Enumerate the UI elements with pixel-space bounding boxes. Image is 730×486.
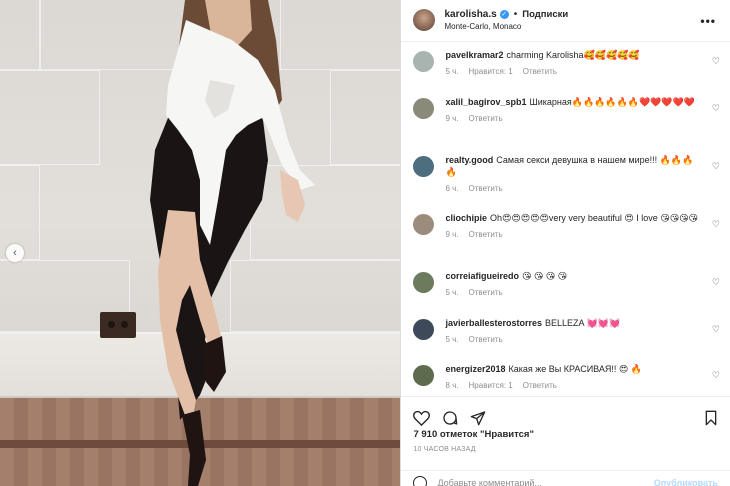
avatar[interactable] xyxy=(413,9,436,31)
comment-time[interactable]: 9 ч. xyxy=(445,114,458,123)
share-icon[interactable] xyxy=(470,410,486,426)
comment-time[interactable]: 5 ч. xyxy=(445,67,458,76)
comment-username[interactable]: pavelkramar2 xyxy=(445,50,503,60)
comment-username[interactable]: cliochipie xyxy=(445,213,487,223)
separator-dot: • xyxy=(513,9,518,20)
heart-icon[interactable]: ♡ xyxy=(712,103,720,114)
reply-button[interactable]: Ответить xyxy=(469,230,503,239)
post-side-panel: karolisha.s ✓ • Подписки Monte-Carlo, Mo… xyxy=(401,0,730,486)
reply-button[interactable]: Ответить xyxy=(523,67,557,76)
location-link[interactable]: Monte-Carlo, Monaco xyxy=(444,22,568,31)
comment-item: realty.good Самая секси девушка в нашем м… xyxy=(401,154,730,193)
comment-text: BELLEZA 💓💓💓 xyxy=(545,318,621,328)
reply-button[interactable]: Ответить xyxy=(523,381,557,390)
comment-input[interactable]: Добавьте комментарий... xyxy=(437,478,653,486)
likes-count[interactable]: 7 910 отметок "Нравится" xyxy=(401,429,730,440)
comment-item: energizer2018 Какая же Вы КРАСИВАЯ!! 😍 🔥 … xyxy=(401,363,730,390)
woman-figure xyxy=(150,0,315,486)
heart-icon[interactable]: ♡ xyxy=(712,161,720,172)
comment-item: pavelkramar2 charming Karolisha🥰🥰🥰🥰🥰 5 ч.… xyxy=(401,49,730,76)
heart-icon[interactable]: ♡ xyxy=(712,370,720,381)
comment-text: Oh😍😍😍😍😍very very beautiful 😍 I love 😘😘😘😘 xyxy=(489,213,698,223)
author-username[interactable]: karolisha.s xyxy=(444,9,496,20)
comment-item: javierballesterostorres BELLEZA 💓💓💓 5 ч. О… xyxy=(401,317,730,344)
comment-text: Шикарная🔥🔥🔥🔥🔥🔥❤️❤️❤️❤️❤️ xyxy=(529,97,696,107)
emoji-icon[interactable] xyxy=(413,475,428,486)
avatar[interactable] xyxy=(413,51,435,72)
comment-time[interactable]: 9 ч. xyxy=(445,230,458,239)
comment-time[interactable]: 5 ч. xyxy=(445,335,458,344)
heart-icon[interactable]: ♡ xyxy=(712,56,720,67)
chevron-left-icon[interactable]: ‹ xyxy=(6,244,24,262)
avatar[interactable] xyxy=(413,319,435,340)
post-time[interactable]: 10 ЧАСОВ НАЗАД xyxy=(401,446,730,453)
comment-likes[interactable]: Нравится: 1 xyxy=(469,381,513,390)
avatar[interactable] xyxy=(413,156,435,177)
post-actions: 7 910 отметок "Нравится" 10 ЧАСОВ НАЗАД … xyxy=(401,396,730,486)
heart-icon[interactable]: ♡ xyxy=(712,219,720,230)
comment-time[interactable]: 8 ч. xyxy=(445,381,458,390)
heart-icon[interactable]: ♡ xyxy=(712,277,720,288)
publish-button[interactable]: Опубликовать xyxy=(654,478,718,486)
more-icon[interactable]: ••• xyxy=(700,14,716,28)
post-header: karolisha.s ✓ • Подписки Monte-Carlo, Mo… xyxy=(401,0,730,42)
reply-button[interactable]: Ответить xyxy=(469,288,503,297)
comment-text: 😘 😘 😘 😘 xyxy=(521,271,568,281)
heart-icon[interactable] xyxy=(413,410,431,426)
comment-icon[interactable] xyxy=(442,410,458,426)
comment-username[interactable]: correiafigueiredo xyxy=(445,271,519,281)
comment-time[interactable]: 6 ч. xyxy=(445,184,458,193)
add-comment-bar: Добавьте комментарий... Опубликовать xyxy=(401,470,730,486)
avatar[interactable] xyxy=(413,98,435,119)
avatar[interactable] xyxy=(413,214,435,235)
comment-time[interactable]: 5 ч. xyxy=(445,288,458,297)
avatar[interactable] xyxy=(413,365,435,386)
reply-button[interactable]: Ответить xyxy=(469,184,503,193)
following-button[interactable]: Подписки xyxy=(522,9,568,20)
post-modal: ‹ karolisha.s ✓ • Подписки Monte-Carlo, … xyxy=(0,0,730,486)
comment-item: xalil_bagirov_spb1 Шикарная🔥🔥🔥🔥🔥🔥❤️❤️❤️❤️… xyxy=(401,96,730,123)
post-photo[interactable]: ‹ xyxy=(0,0,401,486)
comment-username[interactable]: realty.good xyxy=(445,155,493,165)
reply-button[interactable]: Ответить xyxy=(469,114,503,123)
comment-likes[interactable]: Нравится: 1 xyxy=(469,67,513,76)
comment-item: correiafigueiredo 😘 😘 😘 😘 5 ч. Ответить ♡ xyxy=(401,270,730,297)
reply-button[interactable]: Ответить xyxy=(469,335,503,344)
comment-text: charming Karolisha🥰🥰🥰🥰🥰 xyxy=(506,50,640,60)
comment-username[interactable]: energizer2018 xyxy=(445,364,505,374)
verified-badge-icon: ✓ xyxy=(499,10,509,19)
avatar[interactable] xyxy=(413,272,435,293)
comment-item: cliochipie Oh😍😍😍😍😍very very beautiful 😍 I… xyxy=(401,212,730,239)
bookmark-icon[interactable] xyxy=(704,410,718,426)
heart-icon[interactable]: ♡ xyxy=(712,324,720,335)
comments-list: pavelkramar2 charming Karolisha🥰🥰🥰🥰🥰 5 ч.… xyxy=(401,42,730,396)
comment-username[interactable]: javierballesterostorres xyxy=(445,318,542,328)
comment-username[interactable]: xalil_bagirov_spb1 xyxy=(445,97,526,107)
comment-text: Какая же Вы КРАСИВАЯ!! 😍 🔥 xyxy=(508,364,642,374)
